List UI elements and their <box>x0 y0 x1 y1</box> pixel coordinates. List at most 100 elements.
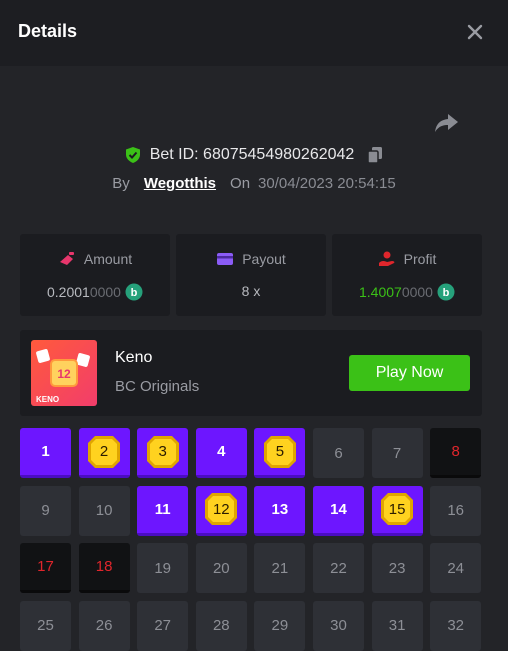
keno-cell-18: 18 <box>78 543 130 594</box>
gem-icon: 2 <box>86 434 122 470</box>
amount-card: Amount 0.2001 0000 b <box>20 234 170 316</box>
game-name: Keno <box>115 349 153 366</box>
bc-coin-icon: b <box>125 283 143 301</box>
keno-cell-15: 15 <box>371 485 423 536</box>
keno-cell-23: 23 <box>371 543 423 594</box>
keno-cell-31: 31 <box>371 600 423 651</box>
bet-author-row: By Wegotthis On 30/04/2023 20:54:15 <box>0 172 508 194</box>
keno-number: 30 <box>330 617 347 635</box>
keno-number: 4 <box>217 443 226 460</box>
keno-number: 12 <box>212 500 230 518</box>
keno-number: 10 <box>95 502 113 520</box>
keno-cell-9: 9 <box>20 485 71 536</box>
payout-label: Payout <box>242 251 286 267</box>
play-now-button[interactable]: Play Now <box>349 355 470 391</box>
keno-cell-29: 29 <box>254 600 306 651</box>
copy-icon[interactable] <box>366 146 384 164</box>
keno-cell-20: 20 <box>195 543 247 594</box>
bet-id-row: Bet ID: 68075454980262042 <box>0 144 508 166</box>
keno-number: 19 <box>154 559 172 577</box>
keno-number: 32 <box>447 617 465 635</box>
keno-cell-10: 10 <box>78 485 130 536</box>
close-icon[interactable] <box>463 20 487 44</box>
keno-number: 24 <box>447 559 465 577</box>
on-label: On <box>230 174 251 192</box>
keno-number: 18 <box>95 558 113 576</box>
bc-coin-icon: b <box>437 283 455 301</box>
by-label: By <box>112 174 130 192</box>
keno-number: 31 <box>388 617 406 635</box>
keno-number: 1 <box>41 443 50 460</box>
amount-value: 0.2001 <box>47 284 90 300</box>
keno-cell-16: 16 <box>430 485 482 536</box>
keno-thumb-text: KENO <box>36 395 59 404</box>
keno-cell-21: 21 <box>254 543 306 594</box>
keno-number: 15 <box>388 500 406 518</box>
amount-icon <box>59 252 74 265</box>
amount-value-trailing: 0000 <box>89 284 121 300</box>
keno-number: 27 <box>154 617 172 635</box>
keno-cell-7: 7 <box>371 428 423 478</box>
profit-value-trailing: 0000 <box>401 284 433 300</box>
gem-icon: 15 <box>379 491 415 527</box>
keno-cell-24: 24 <box>430 543 482 594</box>
share-icon[interactable] <box>432 108 460 136</box>
page-title: Details <box>18 21 78 41</box>
keno-cell-5: 5 <box>254 428 306 478</box>
keno-cell-14: 14 <box>313 485 364 536</box>
keno-number: 23 <box>388 559 406 577</box>
amount-label: Amount <box>83 251 133 267</box>
keno-number: 21 <box>271 559 289 577</box>
details-header: Details <box>0 0 508 66</box>
keno-number: 22 <box>330 559 347 577</box>
bet-id-text: Bet ID: 68075454980262042 <box>149 146 355 163</box>
keno-cell-11: 11 <box>137 485 189 536</box>
keno-number: 17 <box>37 558 54 576</box>
keno-number: 5 <box>275 443 285 460</box>
keno-number: 14 <box>330 500 347 518</box>
keno-number: 16 <box>447 502 465 520</box>
gem-icon: 5 <box>262 434 298 470</box>
keno-number: 26 <box>95 617 113 635</box>
keno-number: 7 <box>392 444 402 462</box>
bet-datetime: 30/04/2023 20:54:15 <box>258 174 396 192</box>
keno-cell-22: 22 <box>313 543 364 594</box>
game-card: 12 KENO Keno BC Originals Play Now <box>20 330 482 416</box>
keno-thumbnail[interactable]: 12 KENO <box>31 340 97 406</box>
keno-thumb-number: 12 <box>57 367 71 381</box>
gem-icon: 3 <box>145 434 181 470</box>
keno-number: 8 <box>451 443 460 460</box>
game-provider: BC Originals <box>115 378 200 395</box>
payout-card: Payout 8 x <box>176 234 326 316</box>
profit-card: Profit 1.4007 0000 b <box>332 234 482 316</box>
keno-number: 3 <box>158 443 167 460</box>
keno-number: 29 <box>271 617 289 635</box>
keno-cell-25: 25 <box>20 600 71 651</box>
keno-number: 25 <box>37 617 54 635</box>
keno-cell-3: 3 <box>137 428 189 478</box>
keno-cell-26: 26 <box>78 600 130 651</box>
gem-icon: 12 <box>203 491 239 527</box>
username-link[interactable]: Wegotthis <box>144 175 216 192</box>
bet-stats: Amount 0.2001 0000 b Payout 8 x Profit 1… <box>20 234 482 316</box>
keno-number: 6 <box>334 444 343 462</box>
profit-label: Profit <box>403 251 437 267</box>
keno-number: 2 <box>99 443 109 460</box>
keno-cell-27: 27 <box>137 600 189 651</box>
keno-number: 13 <box>271 500 289 518</box>
keno-number: 20 <box>212 559 230 577</box>
keno-number: 11 <box>154 500 171 518</box>
keno-cell-12: 12 <box>195 485 247 536</box>
keno-cell-17: 17 <box>20 543 71 594</box>
keno-cell-19: 19 <box>137 543 189 594</box>
keno-cell-6: 6 <box>313 428 364 478</box>
verified-shield-icon <box>125 147 140 163</box>
payout-value: 8 x <box>241 283 261 299</box>
keno-number: 28 <box>212 617 230 635</box>
keno-cell-13: 13 <box>254 485 306 536</box>
keno-cell-4: 4 <box>195 428 247 478</box>
keno-logo-icon: 12 KENO <box>36 349 90 404</box>
svg-text:b: b <box>443 287 450 299</box>
profit-icon <box>378 251 395 266</box>
keno-cell-8: 8 <box>430 428 482 478</box>
